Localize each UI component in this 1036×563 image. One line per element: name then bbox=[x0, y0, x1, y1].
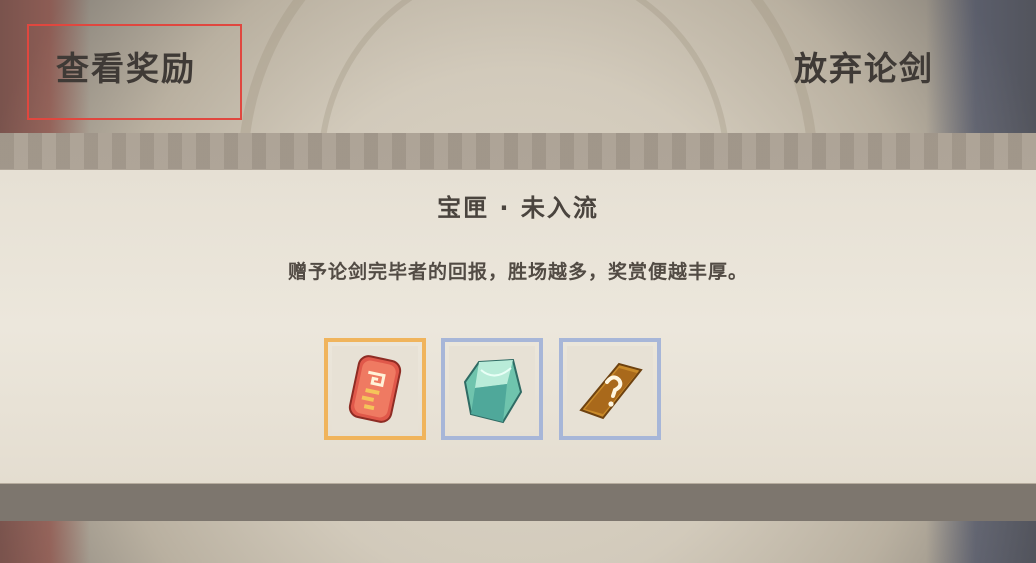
panel-top-stripe bbox=[0, 133, 1036, 169]
reward-slot-3[interactable] bbox=[559, 338, 661, 440]
panel-bottom-bar bbox=[0, 484, 1036, 521]
view-rewards-button[interactable]: 查看奖励 bbox=[56, 44, 196, 94]
top-bar: 查看奖励 放弃论剑 bbox=[0, 0, 1036, 133]
abandon-duel-button[interactable]: 放弃论剑 bbox=[794, 44, 934, 94]
dialog-description: 赠予论剑完毕者的回报，胜场越多，奖赏便越丰厚。 bbox=[287, 261, 748, 283]
dialog-title: 宝匣 · 未入流 bbox=[437, 194, 599, 222]
mystery-card-icon bbox=[579, 362, 643, 420]
red-token-icon bbox=[348, 355, 402, 423]
reward-slot-2[interactable] bbox=[441, 338, 543, 440]
reward-slot-1[interactable] bbox=[324, 338, 426, 440]
jade-crystal-icon bbox=[463, 358, 523, 424]
